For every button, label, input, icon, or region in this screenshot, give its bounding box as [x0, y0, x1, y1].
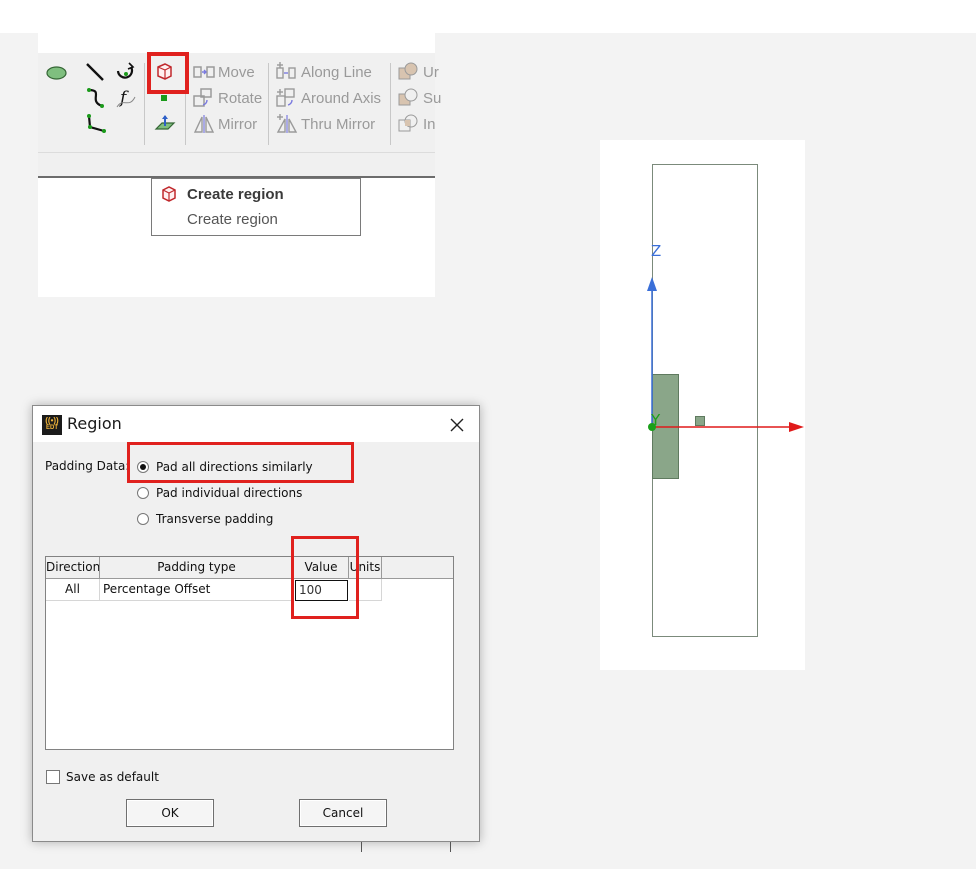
polyline-icon[interactable] [86, 113, 108, 135]
point-icon[interactable] [161, 95, 167, 101]
create-region-menu: Create region Create region [151, 178, 361, 236]
unite-label: Ur [423, 63, 439, 81]
column-header-direction[interactable]: Direction [46, 557, 100, 579]
along-line-icon [276, 62, 296, 79]
move-icon [193, 66, 215, 78]
radio-pad-individual[interactable] [137, 487, 149, 499]
z-axis-label: Z [651, 242, 662, 260]
intersect-icon [398, 114, 418, 132]
app-logo-icon: ((•)) EDT [42, 415, 62, 435]
divider [361, 842, 362, 852]
ok-button[interactable]: OK [126, 799, 214, 827]
mirror-icon [193, 115, 215, 133]
ribbon-status-strip [38, 153, 435, 178]
region-tool-highlight [147, 52, 189, 94]
subtract-label: Su [423, 89, 442, 107]
pad-all-highlight [127, 442, 354, 483]
rotate-label: Rotate [218, 89, 263, 107]
move-label: Move [218, 63, 255, 81]
mirror-button[interactable]: Mirror [193, 113, 257, 135]
divider [450, 842, 451, 852]
plane-icon[interactable] [154, 115, 176, 133]
save-default-checkbox[interactable] [46, 770, 60, 784]
thru-mirror-icon [276, 114, 298, 133]
small-solid [695, 416, 705, 426]
thru-mirror-label: Thru Mirror [301, 115, 376, 133]
region-dialog: ((•)) EDT Region Padding Data: Pad all d… [32, 405, 480, 842]
dialog-titlebar: ((•)) EDT Region [33, 406, 479, 442]
svg-text:f: f [118, 88, 129, 108]
z-axis-arrow [647, 277, 657, 291]
along-line-label: Along Line [301, 63, 372, 81]
ribbon-panel: f Move Rotate Mirror Along Line Around A… [38, 33, 441, 297]
x-axis-arrow [789, 422, 804, 432]
around-axis-button[interactable]: Around Axis [276, 87, 381, 109]
cancel-button[interactable]: Cancel [299, 799, 387, 827]
ribbon-separator [144, 63, 145, 145]
close-icon[interactable] [445, 413, 469, 437]
menu-header: Create region [160, 185, 284, 203]
subtract-button[interactable]: Su [398, 87, 441, 109]
unite-icon [398, 62, 418, 80]
rotate-icon [193, 88, 212, 107]
move-button[interactable]: Move [193, 61, 255, 83]
radio-pad-individual-label[interactable]: Pad individual directions [156, 486, 302, 500]
subtract-icon [398, 88, 418, 106]
column-header-padding-type[interactable]: Padding type [100, 557, 294, 579]
rotate-button[interactable]: Rotate [193, 87, 262, 109]
ellipse-icon[interactable] [46, 66, 67, 80]
arc-icon[interactable] [114, 61, 136, 83]
spline-icon[interactable] [86, 87, 106, 109]
thru-mirror-button[interactable]: Thru Mirror [276, 113, 375, 135]
ribbon-toolbar: f Move Rotate Mirror Along Line Around A… [38, 52, 441, 153]
padding-table: Direction Padding type Value Units All P… [45, 556, 454, 750]
line-icon[interactable] [85, 62, 105, 82]
cell-padding-type[interactable]: Percentage Offset [100, 579, 294, 601]
radio-transverse-label[interactable]: Transverse padding [156, 512, 273, 526]
cell-direction[interactable]: All [46, 579, 100, 601]
column-header-filler [382, 557, 453, 579]
around-axis-label: Around Axis [301, 89, 382, 107]
intersect-label: In [423, 115, 436, 133]
menu-item-create-region[interactable]: Create region [187, 211, 278, 228]
around-axis-icon [276, 88, 295, 107]
y-axis-label: Y [651, 411, 661, 429]
ribbon-separator [390, 63, 391, 145]
modeler-viewport[interactable]: Z Y [600, 140, 805, 670]
radio-transverse[interactable] [137, 513, 149, 525]
mirror-label: Mirror [218, 115, 258, 133]
menu-header-label: Create region [187, 185, 284, 203]
create-region-icon [162, 186, 176, 202]
padding-data-label: Padding Data: [45, 459, 130, 473]
save-default-label[interactable]: Save as default [66, 770, 159, 784]
along-line-button[interactable]: Along Line [276, 61, 372, 83]
ribbon-separator [268, 63, 269, 145]
intersect-button[interactable]: In [398, 113, 436, 135]
viewport-canvas [647, 164, 804, 637]
unite-button[interactable]: Ur [398, 61, 439, 83]
value-highlight [291, 536, 359, 619]
dialog-title: Region [67, 414, 122, 433]
equation-curve-icon[interactable]: f [116, 87, 136, 109]
